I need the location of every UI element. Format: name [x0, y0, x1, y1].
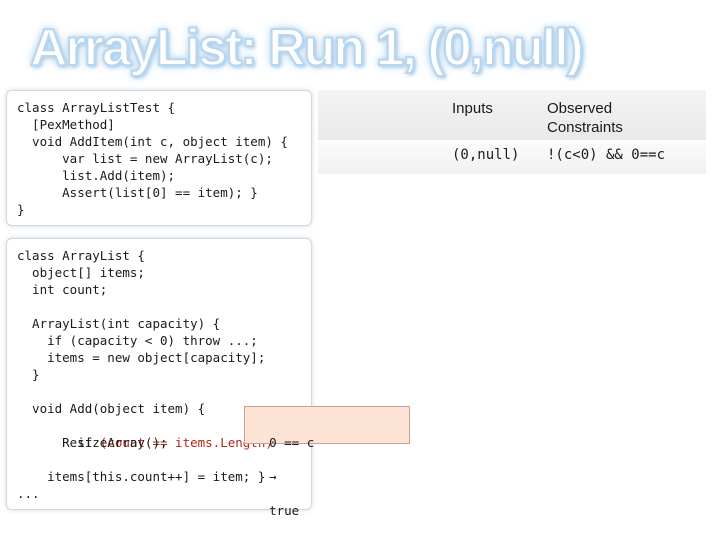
impl-code-top: class ArrayList { object[] items; int co… [17, 247, 265, 417]
impl-code-line [17, 383, 265, 400]
impl-code-bottom: ResizeArray(); items[this.count++] = ite… [17, 434, 265, 502]
impl-code-line: ... [17, 486, 40, 501]
cell-input-value: (0,null) [452, 147, 520, 163]
cell-constraint-value: !(c<0) && 0==c [547, 147, 666, 163]
constraint-text: 0 == c → true [254, 417, 314, 519]
constraint-expression: 0 == c [269, 435, 315, 450]
slide-title: ArrayList: Run 1, (0,null) [29, 18, 585, 78]
impl-code-line: if (capacity < 0) throw ...; [17, 333, 258, 348]
impl-code-line [17, 298, 265, 315]
impl-code-line: void Add(object item) { [17, 401, 206, 416]
test-code-line: [PexMethod] [17, 117, 115, 132]
test-code-line: } [17, 202, 25, 217]
impl-code-line: items = new object[capacity]; [17, 350, 266, 365]
impl-code-line: int count; [17, 282, 108, 297]
branch-result: true [269, 503, 300, 518]
impl-code-line: object[] items; [17, 265, 145, 280]
test-code-line: var list = new ArrayList(c); [17, 151, 273, 166]
arrow-icon: → [269, 469, 277, 484]
test-code-line: Assert(list[0] == item); } [17, 185, 258, 200]
header-observed-constraints: Observed Constraints [547, 100, 623, 136]
impl-code-line: ResizeArray(); [17, 435, 168, 450]
impl-code-line [17, 451, 265, 468]
impl-code-line: items[this.count++] = item; } [17, 469, 266, 484]
impl-code-line: ArrayList(int capacity) { [17, 316, 221, 331]
impl-code-line: class ArrayList { [17, 248, 145, 263]
test-code-line: void AddItem(int c, object item) { [17, 134, 288, 149]
test-code-line: class ArrayListTest { [17, 100, 176, 115]
header-inputs: Inputs [452, 100, 493, 117]
impl-code-line: } [17, 367, 40, 382]
test-code-panel: class ArrayListTest { [PexMethod] void A… [6, 90, 312, 226]
test-code-line: list.Add(item); [17, 168, 176, 183]
results-table: Inputs Observed Constraints (0,null) !(c… [318, 90, 706, 174]
test-code-block: class ArrayListTest { [PexMethod] void A… [17, 99, 288, 218]
